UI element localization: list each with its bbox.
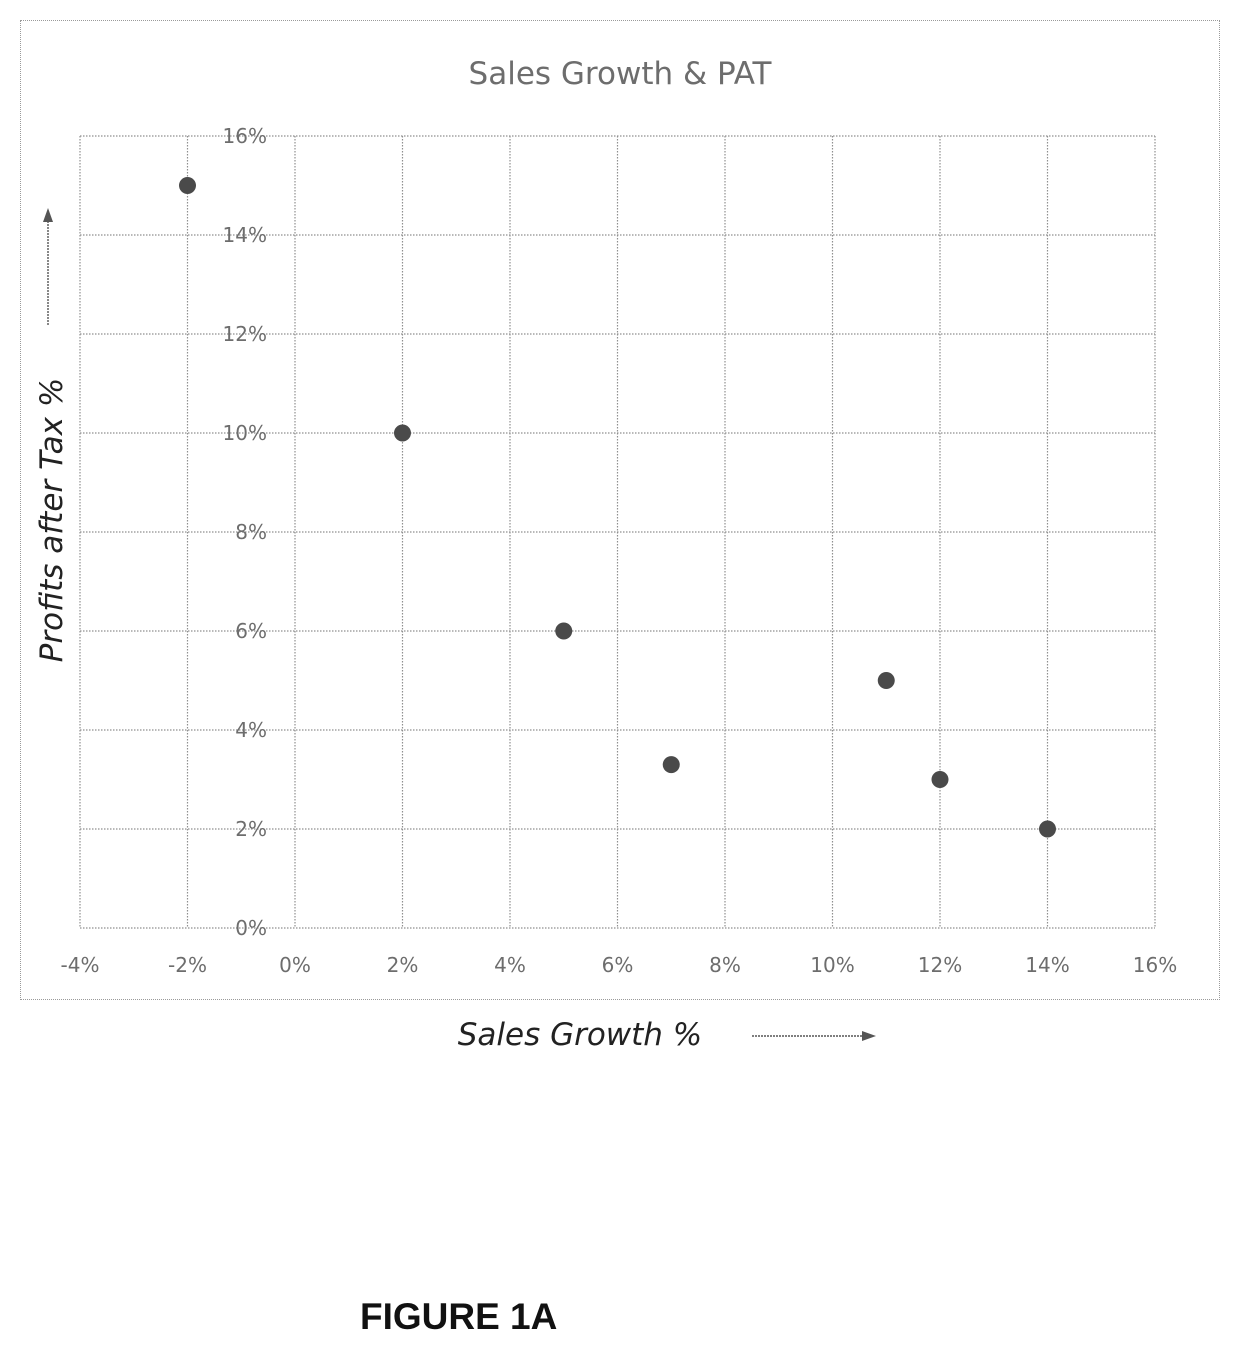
x-tick-label: -4% — [61, 953, 100, 977]
data-point — [1039, 820, 1056, 838]
x-axis-title: Sales Growth % — [458, 1017, 703, 1053]
x-tick-label: 0% — [279, 953, 311, 977]
x-tick-label: 6% — [602, 953, 634, 977]
chart-title: Sales Growth & PAT — [469, 56, 773, 92]
y-tick-label: 2% — [235, 817, 267, 841]
data-point — [179, 177, 196, 194]
x-tick-label: 8% — [709, 953, 741, 977]
x-tick-label: 14% — [1025, 953, 1069, 977]
data-point — [662, 756, 680, 774]
y-tick-label: 16% — [223, 124, 267, 148]
y-axis-ticks: 0% 2% 4% 6% 8% 10% 12% 14% 16% — [223, 124, 267, 940]
y-tick-label: 10% — [223, 421, 267, 445]
y-tick-label: 8% — [235, 520, 267, 544]
x-axis-ticks: -4% -2% 0% 2% 4% 6% 8% 10% 12% 14% 16% — [61, 953, 1178, 977]
x-tick-label: -2% — [168, 953, 207, 977]
data-point — [931, 771, 949, 788]
y-tick-label: 4% — [235, 718, 267, 742]
x-axis-arrowhead-icon — [862, 1031, 876, 1041]
x-tick-label: 2% — [387, 953, 419, 977]
scatter-chart: Sales Growth & PAT -4% -2% 0% 2% 4% 6% 8% 10% 12… — [34, 56, 1178, 1053]
x-tick-label: 10% — [810, 953, 854, 977]
data-points — [179, 177, 1056, 838]
x-tick-label: 16% — [1133, 953, 1177, 977]
data-point — [877, 672, 895, 689]
y-tick-label: 14% — [223, 223, 267, 247]
x-tick-label: 4% — [494, 953, 526, 977]
figure-label: FIGURE 1A — [360, 1296, 558, 1337]
y-axis-arrowhead-icon — [43, 208, 53, 222]
x-tick-label: 12% — [918, 953, 962, 977]
data-point — [555, 622, 573, 640]
y-axis-title: Profits after Tax % — [34, 378, 70, 663]
y-tick-label: 12% — [223, 322, 267, 346]
y-tick-label: 0% — [235, 916, 267, 940]
data-point — [394, 424, 411, 442]
y-tick-label: 6% — [235, 619, 267, 643]
